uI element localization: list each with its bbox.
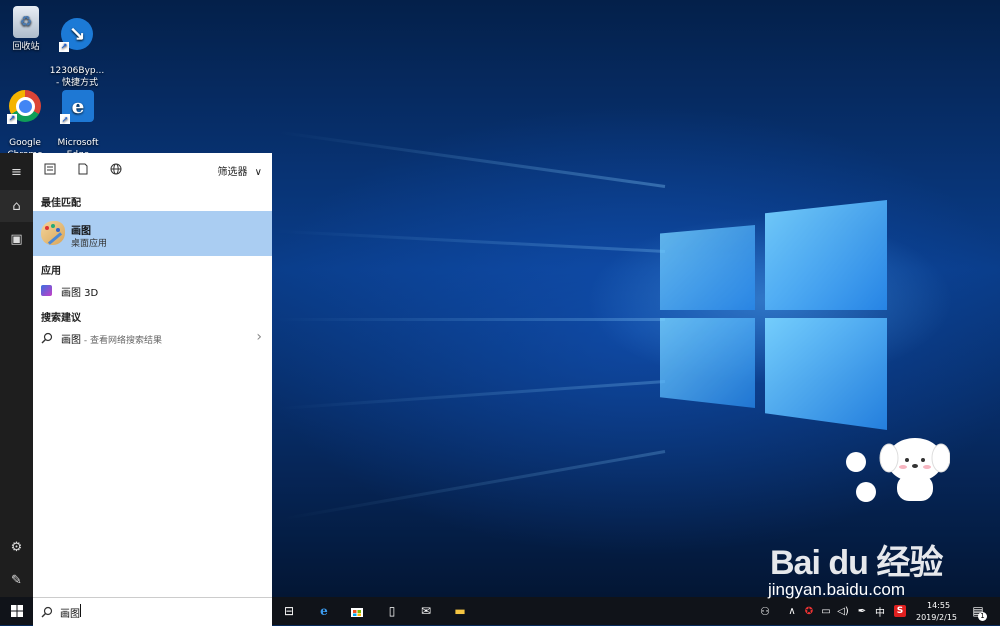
sogou-ime-icon: S (894, 605, 906, 617)
document-icon (78, 163, 88, 175)
12306-shortcut-icon: ↘ ↗ (59, 18, 93, 52)
taskbar-explorer-button[interactable]: ▬ (448, 601, 472, 621)
search-input[interactable]: 画图 (60, 605, 80, 620)
wallpaper-beam (278, 130, 666, 188)
shortcut-arrow-icon: ↗ (7, 114, 17, 124)
feedback-icon: ✎ (11, 572, 22, 588)
mail-icon: ✉ (420, 604, 432, 618)
pen-icon: ✒ (857, 605, 867, 617)
tray-app-icon: ✪ (804, 605, 814, 617)
suggestion-query: 画图 (61, 335, 81, 346)
paint-3d-icon (41, 285, 52, 296)
ime-indicator: 中 (875, 607, 885, 619)
flower-sticker (846, 452, 866, 472)
taskbar-edge-button[interactable]: e (312, 601, 336, 621)
paint-app-icon (41, 221, 65, 245)
documents-tab[interactable] (74, 162, 92, 180)
all-results-tab[interactable] (41, 162, 59, 180)
filter-dropdown[interactable]: 筛选器 ∨ (217, 163, 262, 178)
clock-date: 2019/2/15 (916, 613, 958, 622)
section-best-match: 最佳匹配 (41, 198, 81, 209)
recycle-bin-icon: ♻ (13, 6, 39, 38)
baidu-watermark-logo: Bai du 经验 (770, 544, 943, 582)
wallpaper-beam (275, 318, 665, 321)
volume-icon: ◁) (837, 605, 849, 617)
people-icon: ⚇ (760, 604, 770, 618)
filter-label: 筛选器 (217, 167, 248, 178)
wallpaper-beam (275, 229, 666, 253)
search-results-panel: 筛选器 ∨ 最佳匹配 画图 桌面应用 应用 画图 3D 搜索建议 画图 - 查看… (33, 153, 272, 597)
suggestion-item-web-search[interactable]: 画图 - 查看网络搜索结果 › (33, 327, 272, 349)
section-search-suggestions: 搜索建议 (41, 313, 81, 324)
wallpaper-beam (275, 380, 666, 411)
suggestion-text: 画图 - 查看网络搜索结果 (61, 331, 162, 346)
app-item-paint-3d[interactable]: 画图 3D (33, 280, 272, 302)
store-bag-icon (351, 608, 363, 617)
windows-logo-pane (660, 318, 755, 408)
app-item-label: 画图 3D (61, 288, 99, 299)
action-center-button[interactable]: ▤ 1 (966, 601, 990, 621)
settings-gear-icon: ⚙ (10, 539, 23, 555)
network-icon: ▭ (821, 605, 831, 617)
chevron-right-icon: › (256, 329, 262, 345)
start-button[interactable] (5, 601, 29, 621)
windows-logo-pane (660, 225, 755, 310)
text-cursor (80, 604, 81, 617)
windows-logo-pane (765, 318, 887, 430)
chrome-icon: ↗ (7, 90, 41, 124)
windows-logo-icon (11, 605, 23, 617)
document-icon: ▯ (388, 604, 396, 618)
clock[interactable]: 14:55 2019/2/15 (912, 599, 962, 623)
shortcut-arrow-icon: ↗ (59, 42, 69, 52)
feedback-button[interactable]: ✎ (0, 564, 33, 596)
hamburger-menu-button[interactable]: ≡ (0, 156, 33, 188)
web-tab[interactable] (107, 162, 125, 180)
search-toolbar: 筛选器 ∨ (33, 153, 272, 188)
sogou-ime-button[interactable]: S (888, 601, 912, 621)
dog-sticker-image (879, 438, 950, 501)
windows-logo-pane (765, 200, 887, 310)
section-apps: 应用 (41, 266, 61, 277)
clock-time: 14:55 (927, 601, 951, 610)
best-match-title: 画图 (71, 226, 91, 237)
edge-icon: e ↗ (60, 90, 94, 124)
all-results-icon (44, 163, 56, 175)
settings-button[interactable]: ⚙ (0, 531, 33, 563)
baidu-watermark-url: jingyan.baidu.com (768, 580, 906, 599)
notebook-button[interactable]: ▣ (0, 223, 33, 255)
taskbar-store-button[interactable] (345, 601, 369, 621)
chevron-down-icon: ∨ (254, 167, 262, 178)
shortcut-arrow-icon: ↗ (60, 114, 70, 124)
task-view-icon: ⊟ (283, 604, 295, 618)
home-button[interactable]: ⌂ (0, 190, 33, 222)
home-icon: ⌂ (12, 198, 21, 214)
search-icon (41, 606, 53, 618)
taskbar-notepad-button[interactable]: ▯ (380, 601, 404, 621)
task-view-button[interactable]: ⊟ (277, 601, 301, 621)
suggestion-subtext: - 查看网络搜索结果 (81, 336, 162, 346)
taskbar-mail-button[interactable]: ✉ (414, 601, 438, 621)
search-box[interactable]: 画图 (33, 597, 272, 626)
notebook-icon: ▣ (10, 231, 23, 247)
chevron-up-icon: ∧ (788, 605, 796, 617)
globe-icon (110, 163, 122, 175)
flower-sticker (856, 482, 876, 502)
best-match-subtitle: 桌面应用 (71, 239, 108, 249)
notification-count-badge: 1 (978, 612, 987, 621)
folder-icon: ▬ (454, 604, 466, 618)
people-button[interactable]: ⚇ (753, 601, 777, 621)
start-menu-rail: ≡ ⌂ ▣ ⚙ ✎ (0, 153, 33, 597)
search-icon (41, 332, 53, 344)
wallpaper-beam (280, 450, 666, 521)
best-match-item-paint[interactable]: 画图 桌面应用 (33, 211, 272, 256)
hamburger-menu-icon: ≡ (11, 164, 22, 180)
edge-icon: e (320, 604, 328, 618)
